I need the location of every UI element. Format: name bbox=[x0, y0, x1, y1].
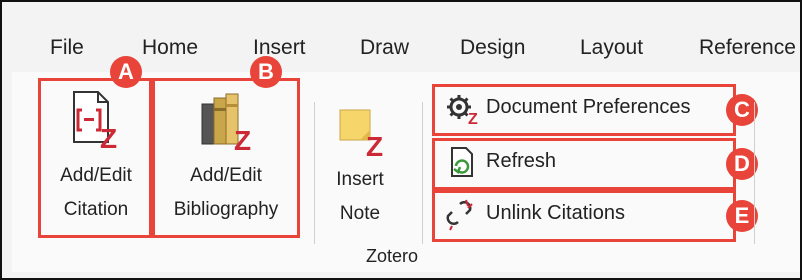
ribbon-separator bbox=[422, 102, 423, 244]
highlight-box-b bbox=[152, 78, 300, 238]
svg-text:Z: Z bbox=[366, 131, 383, 160]
highlight-box-a bbox=[38, 78, 152, 238]
tab-references[interactable]: Reference bbox=[699, 36, 796, 60]
word-window: File Home Insert Draw Design Layout Refe… bbox=[0, 0, 802, 280]
insert-note-label-2: Note bbox=[339, 203, 381, 224]
ribbon-separator bbox=[754, 102, 755, 244]
insert-note-label-1: Insert bbox=[336, 169, 384, 190]
highlight-box-e bbox=[432, 190, 736, 242]
tab-design[interactable]: Design bbox=[460, 36, 525, 60]
highlight-box-c bbox=[432, 84, 736, 136]
group-label-zotero: Zotero bbox=[365, 246, 419, 266]
badge-b: B bbox=[250, 56, 282, 88]
tab-draw[interactable]: Draw bbox=[360, 36, 409, 60]
tab-layout[interactable]: Layout bbox=[580, 36, 643, 60]
badge-a: A bbox=[110, 56, 142, 88]
ribbon-separator bbox=[314, 102, 315, 244]
insert-note-icon: Z bbox=[339, 109, 383, 160]
tab-file[interactable]: File bbox=[50, 36, 84, 60]
highlight-box-d bbox=[432, 138, 736, 190]
tab-home[interactable]: Home bbox=[142, 36, 198, 60]
